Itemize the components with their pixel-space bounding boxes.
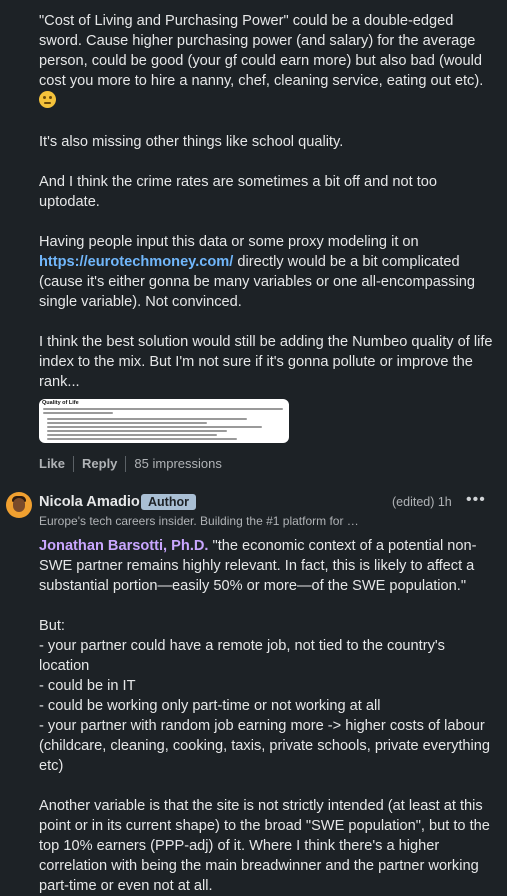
comment-paragraph: I think the best solution would still be… <box>39 334 493 390</box>
eurotechmoney-link[interactable]: https://eurotechmoney.com/ <box>39 254 233 270</box>
image-text-line <box>47 418 247 420</box>
attached-image[interactable]: Quality of Life <box>39 399 289 443</box>
comment-paragraph: It's also missing other things like scho… <box>39 134 344 150</box>
avatar[interactable] <box>6 492 32 518</box>
image-text-line <box>43 408 283 410</box>
divider <box>73 456 75 472</box>
image-text-line <box>47 434 217 436</box>
bullet-item: - your partner could have a remote job, … <box>39 638 445 674</box>
divider <box>125 456 127 472</box>
image-text-line <box>47 430 227 432</box>
thinking-face-icon <box>39 91 56 108</box>
mention-link[interactable]: Jonathan Barsotti, Ph.D. <box>39 538 208 554</box>
like-button[interactable]: Like <box>39 454 65 474</box>
reply-body: Jonathan Barsotti, Ph.D. "the economic c… <box>39 536 494 896</box>
edited-timestamp: (edited) 1h <box>392 495 452 509</box>
comment-thread: "Cost of Living and Purchasing Power" co… <box>0 0 507 894</box>
author-badge: Author <box>141 494 196 510</box>
comment-paragraph: But: <box>39 618 65 634</box>
reply-button[interactable]: Reply <box>82 454 117 474</box>
bullet-item: - your partner with random job earning m… <box>39 718 491 774</box>
comment-paragraph: "Cost of Living and Purchasing Power" co… <box>39 11 494 112</box>
image-text-line <box>47 438 237 440</box>
bullet-item: - could be in IT <box>39 678 136 694</box>
impressions-count: 85 impressions <box>134 456 222 471</box>
comment-paragraph: Having people input this data or some pr… <box>39 232 494 312</box>
comment-body: "Cost of Living and Purchasing Power" co… <box>39 11 494 392</box>
comment-actions: Like Reply 85 impressions <box>39 454 222 474</box>
image-text-line <box>47 422 207 424</box>
comment-paragraph: And I think the crime rates are sometime… <box>39 174 438 210</box>
image-title: Quality of Life <box>42 400 79 406</box>
avatar-face <box>13 498 25 512</box>
image-text-line <box>43 412 113 414</box>
comment-paragraph: Jonathan Barsotti, Ph.D. "the economic c… <box>39 536 494 596</box>
comment-paragraph: Another variable is that the site is not… <box>39 798 490 894</box>
paragraph-text: "Cost of Living and Purchasing Power" co… <box>39 13 484 89</box>
author-tagline: Europe's tech careers insider. Building … <box>39 514 359 528</box>
paragraph-text: Having people input this data or some pr… <box>39 234 419 250</box>
image-text-line <box>47 426 262 428</box>
bullet-item: - could be working only part-time or not… <box>39 698 381 714</box>
author-name[interactable]: Nicola Amadio <box>39 492 140 512</box>
more-horizontal-icon[interactable]: ••• <box>466 490 486 510</box>
